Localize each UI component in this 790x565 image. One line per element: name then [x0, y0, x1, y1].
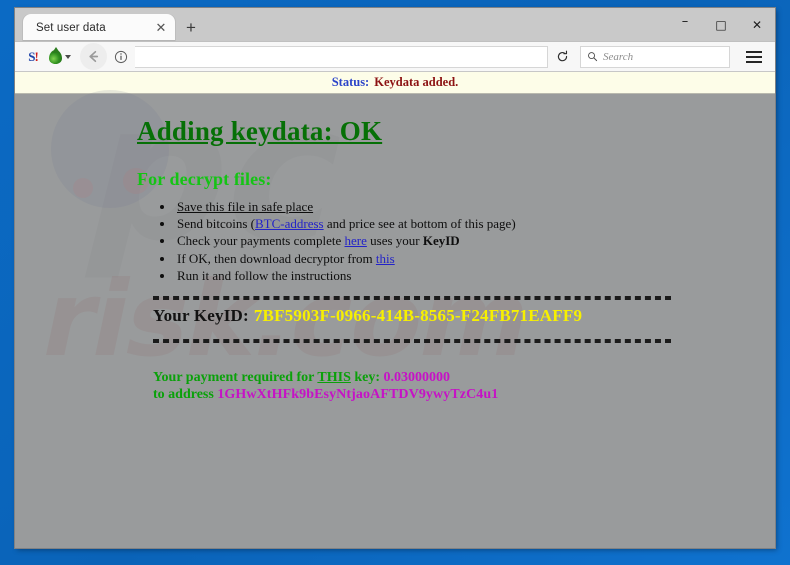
- address-prefix: to address: [153, 387, 218, 403]
- minimize-button[interactable]: –: [667, 5, 703, 44]
- payment-prefix: Your payment required for: [153, 370, 318, 386]
- page-info-icon[interactable]: [109, 45, 133, 69]
- search-input[interactable]: Search: [580, 45, 730, 68]
- section-subtitle: For decrypt files:: [137, 169, 272, 189]
- page-viewport: Status: Keydata added. pc risk.com Addin…: [15, 72, 775, 548]
- browser-window: Set user data ✕ + – □ ✕ S! Search Status…: [15, 8, 775, 548]
- desktop-background: Set user data ✕ + – □ ✕ S! Search Status…: [0, 0, 790, 565]
- menu-bar-3: [746, 60, 762, 63]
- reload-button[interactable]: [548, 45, 576, 69]
- instruction-text: and price see at bottom of this page): [323, 216, 516, 232]
- back-arrow-icon: [89, 50, 99, 63]
- droplet-glyph: [49, 49, 62, 64]
- tab-strip: Set user data ✕ + – □ ✕: [15, 8, 775, 41]
- instruction-link[interactable]: here: [345, 233, 367, 248]
- instruction-link[interactable]: this: [376, 251, 395, 266]
- instruction-text: Run it and follow the instructions: [177, 267, 352, 283]
- keyid-value: 7BF5903F-0966-414B-8565-F24FB71EAFF9: [253, 306, 583, 326]
- instruction-underlined: Save this file in safe place: [177, 199, 314, 214]
- btc-address: 1GHwXtHFk9bEsyNtjaoAFTDV9ywyTzC4u1: [217, 387, 499, 403]
- list-item: Send bitcoins (BTC-address and price see…: [175, 217, 775, 231]
- payment-amount-line: Your payment required for THIS key: 0.03…: [153, 369, 775, 386]
- addon-s-icon[interactable]: S!: [21, 45, 45, 69]
- window-controls: – □ ✕: [667, 8, 775, 41]
- divider-top: [153, 296, 671, 301]
- menu-bar-1: [746, 50, 762, 53]
- list-item: Save this file in safe place: [175, 199, 775, 214]
- payment-info: Your payment required for THIS key: 0.03…: [153, 369, 775, 403]
- navigation-toolbar: S! Search: [15, 41, 775, 72]
- status-value: Keydata added.: [374, 75, 459, 89]
- new-tab-button[interactable]: +: [178, 14, 204, 41]
- instruction-link[interactable]: BTC-address: [255, 216, 324, 231]
- page-title-wrap: Adding keydata: OK: [15, 94, 775, 147]
- menu-bar-2: [746, 55, 762, 58]
- addon-s-bang: !: [34, 49, 38, 64]
- reload-icon: [557, 50, 567, 62]
- tab-close-icon[interactable]: ✕: [153, 20, 169, 36]
- payment-amount: 0.03000000: [383, 370, 451, 386]
- payment-mid: key:: [350, 370, 384, 386]
- info-circle-icon: [114, 50, 128, 63]
- list-item: Check your payments complete here uses y…: [175, 234, 775, 248]
- instruction-list: Save this file in safe place Send bitcoin…: [15, 199, 775, 283]
- hamburger-menu-icon[interactable]: [739, 44, 769, 70]
- keyid-label: Your KeyID:: [153, 306, 249, 326]
- instruction-text: uses your: [366, 233, 423, 249]
- status-banner: Status: Keydata added.: [15, 72, 775, 94]
- instruction-text: If OK, then download decryptor from: [177, 250, 376, 266]
- instruction-text: Check your payments complete: [177, 233, 345, 249]
- list-item: Run it and follow the instructions: [175, 267, 775, 283]
- keyid-row: Your KeyID: 7BF5903F-0966-414B-8565-F24FB…: [153, 306, 775, 326]
- payment-address-line: to address 1GHwXtHFk9bEsyNtjaoAFTDV9ywyT…: [153, 386, 775, 403]
- addon-droplet-icon[interactable]: [49, 49, 71, 64]
- back-button[interactable]: [80, 43, 107, 70]
- maximize-button[interactable]: □: [703, 8, 739, 41]
- divider-bottom: [153, 339, 671, 344]
- page-title: Adding keydata: OK: [137, 116, 383, 146]
- instruction-bold: KeyID: [422, 233, 460, 249]
- page-content: Adding keydata: OK For decrypt files: Sa…: [15, 94, 775, 403]
- close-window-button[interactable]: ✕: [739, 8, 775, 41]
- browser-tab[interactable]: Set user data ✕: [23, 14, 175, 41]
- search-icon: [588, 52, 598, 62]
- instruction-text: Send bitcoins (: [177, 216, 255, 232]
- chevron-down-icon: [65, 54, 71, 59]
- tab-title: Set user data: [36, 21, 106, 34]
- url-input[interactable]: [135, 45, 548, 68]
- this-link[interactable]: THIS: [317, 370, 350, 385]
- status-label: Status:: [331, 75, 370, 89]
- search-placeholder: Search: [603, 50, 634, 63]
- list-item: If OK, then download decryptor from this: [175, 250, 775, 266]
